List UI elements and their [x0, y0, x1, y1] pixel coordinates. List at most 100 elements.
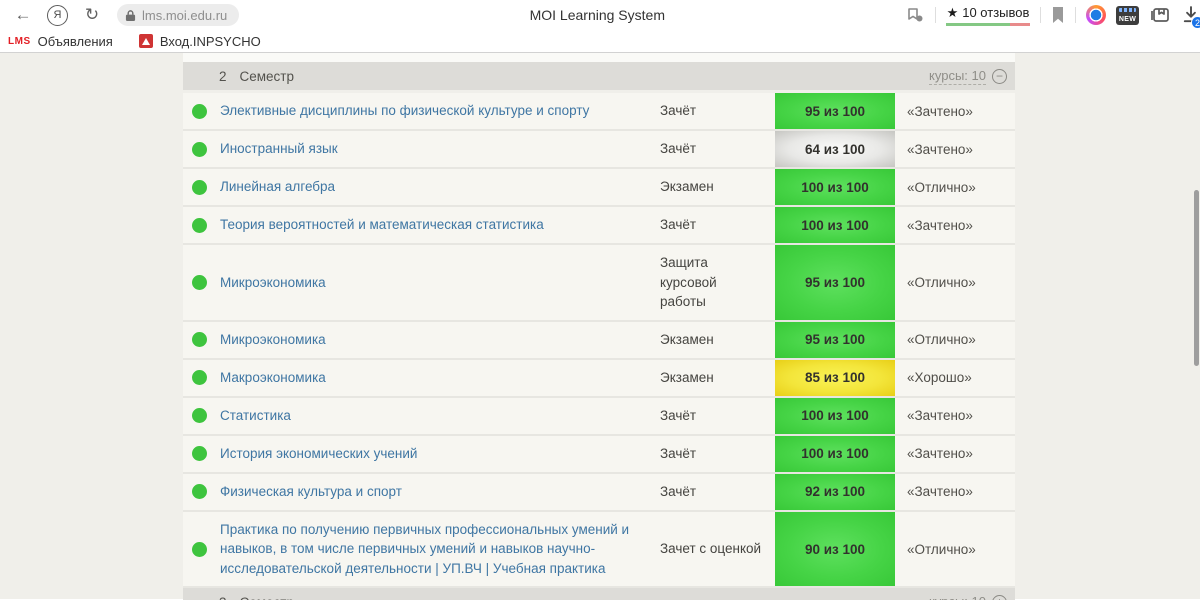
exam-type: Зачёт — [660, 141, 697, 157]
passed-status-dot-icon — [192, 446, 207, 462]
inpsycho-favicon — [138, 34, 153, 48]
course-row: Элективные дисциплины по физической куль… — [183, 93, 1015, 131]
exam-type: Зачёт — [660, 483, 697, 499]
course-link[interactable]: Элективные дисциплины по физической куль… — [220, 101, 589, 121]
score-badge: 100 из 100 — [775, 207, 895, 243]
semester-3-courses-toggle[interactable]: курсы: 10 + — [929, 594, 1007, 600]
site-rating-button[interactable]: ★ 10 отзывов — [946, 5, 1030, 26]
passed-status-dot-icon — [192, 179, 207, 195]
course-link[interactable]: Микроэкономика — [220, 273, 326, 293]
course-rows: Элективные дисциплины по физической куль… — [183, 93, 1015, 589]
new-icon-strip — [1119, 7, 1136, 12]
score-badge: 95 из 100 — [775, 321, 895, 358]
course-title-cell: Микроэкономика — [220, 322, 660, 358]
protect-icon[interactable] — [906, 7, 925, 24]
semester-label: Семестр — [240, 595, 295, 600]
bookmark-item-inpsycho[interactable]: Вход.INPSYCHO — [138, 33, 261, 49]
score-badge: 92 из 100 — [775, 473, 895, 510]
toolbar-right: ★ 10 отзывов NEW 2 — [906, 3, 1200, 29]
exam-type: Зачёт — [660, 445, 697, 461]
yandex-browser-icon[interactable]: Я — [47, 4, 68, 26]
exam-type: Экзамен — [660, 331, 714, 347]
refresh-icon[interactable]: ↻ — [75, 2, 109, 28]
lock-icon — [125, 9, 136, 21]
grade-text: «Зачтено» — [907, 408, 973, 424]
course-title-cell: Линейная алгебра — [220, 169, 660, 205]
passed-status-dot-icon — [192, 484, 207, 500]
divider — [935, 7, 936, 23]
extension-new-icon[interactable]: NEW — [1116, 5, 1139, 25]
status-cell — [183, 245, 220, 320]
passed-status-dot-icon — [192, 274, 207, 290]
score-badge: 100 из 100 — [775, 435, 895, 472]
course-link[interactable]: Микроэкономика — [220, 330, 326, 350]
exam-type: Зачёт — [660, 103, 697, 119]
exam-type: Защита курсовой работы — [660, 255, 717, 310]
exam-type: Экзамен — [660, 369, 714, 385]
new-icon-label: NEW — [1118, 15, 1137, 23]
divider — [1040, 7, 1041, 23]
downloads-icon[interactable]: 2 — [1180, 3, 1200, 29]
courses-count-label: курсы: 10 — [929, 594, 986, 600]
grade-text: «Отлично» — [907, 332, 976, 348]
status-cell — [183, 474, 220, 510]
course-row: Микроэкономика Экзамен 95 из 100 «Отличн… — [183, 321, 1015, 360]
status-cell — [183, 322, 220, 358]
rating-label: 10 отзывов — [962, 5, 1030, 20]
status-cell — [183, 360, 220, 396]
grade-text: «Зачтено» — [907, 141, 973, 157]
course-title-cell: Физическая культура и спорт — [220, 474, 660, 510]
semester-2-courses-toggle[interactable]: курсы: 10 − — [929, 68, 1007, 85]
course-link[interactable]: Статистика — [220, 406, 291, 426]
score-badge: 100 из 100 — [775, 169, 895, 205]
course-link[interactable]: Линейная алгебра — [220, 177, 335, 197]
semester-3-header: 3 Семестр курсы: 10 + — [183, 588, 1015, 600]
course-link[interactable]: Физическая культура и спорт — [220, 482, 402, 502]
score-badge: 90 из 100 — [775, 511, 895, 587]
course-row: История экономических учений Зачёт 100 и… — [183, 435, 1015, 474]
bookmark-icon[interactable] — [1051, 7, 1065, 23]
passed-status-dot-icon — [192, 370, 207, 386]
course-title-cell: Иностранный язык — [220, 131, 660, 167]
course-link[interactable]: Теория вероятностей и математическая ста… — [220, 215, 544, 235]
passed-status-dot-icon — [192, 408, 207, 424]
course-title-cell: Теория вероятностей и математическая ста… — [220, 207, 660, 243]
collections-icon[interactable] — [1149, 6, 1170, 24]
course-row: Практика по получению первичных професси… — [183, 511, 1015, 589]
bookmark-label: Вход.INPSYCHO — [159, 33, 261, 49]
course-title-cell: Макроэкономика — [220, 360, 660, 396]
course-link[interactable]: Практика по получению первичных професси… — [220, 520, 648, 579]
page-title: MOI Learning System — [529, 7, 665, 23]
score-badge: 95 из 100 — [775, 245, 895, 320]
exam-type: Зачёт — [660, 407, 697, 423]
extension-browser-icon[interactable] — [1086, 5, 1106, 25]
course-row: Микроэкономика Защита курсовой работы 95… — [183, 245, 1015, 322]
courses-count-label: курсы: 10 — [929, 67, 986, 85]
status-cell — [183, 93, 220, 129]
bookmark-item-announcements[interactable]: LMS Объявления — [8, 34, 113, 49]
course-row: Физическая культура и спорт Зачёт 92 из … — [183, 473, 1015, 512]
address-bar[interactable]: lms.moi.edu.ru — [117, 4, 240, 26]
grade-text: «Зачтено» — [907, 217, 973, 233]
grade-text: «Отлично» — [907, 274, 976, 290]
expand-icon: + — [992, 594, 1007, 600]
status-cell — [183, 436, 220, 472]
course-link[interactable]: Макроэкономика — [220, 368, 326, 388]
course-link[interactable]: Иностранный язык — [220, 139, 338, 159]
grade-text: «Зачтено» — [907, 484, 973, 500]
course-row: Теория вероятностей и математическая ста… — [183, 207, 1015, 245]
course-title-cell: История экономических учений — [220, 436, 660, 472]
divider — [1075, 7, 1076, 23]
status-cell — [183, 169, 220, 205]
back-icon[interactable]: ← — [6, 2, 40, 28]
page-content: 2 Семестр курсы: 10 − Элективные дисципл… — [0, 53, 1200, 600]
scrollbar-thumb[interactable] — [1194, 190, 1199, 366]
passed-status-dot-icon — [192, 103, 207, 119]
passed-status-dot-icon — [192, 541, 207, 557]
grade-text: «Зачтено» — [907, 446, 973, 462]
course-link[interactable]: История экономических учений — [220, 444, 417, 464]
course-row: Иностранный язык Зачёт 64 из 100 «Зачтен… — [183, 131, 1015, 169]
passed-status-dot-icon — [192, 141, 207, 157]
score-badge: 85 из 100 — [775, 359, 895, 396]
semester-number: 3 — [219, 595, 227, 600]
